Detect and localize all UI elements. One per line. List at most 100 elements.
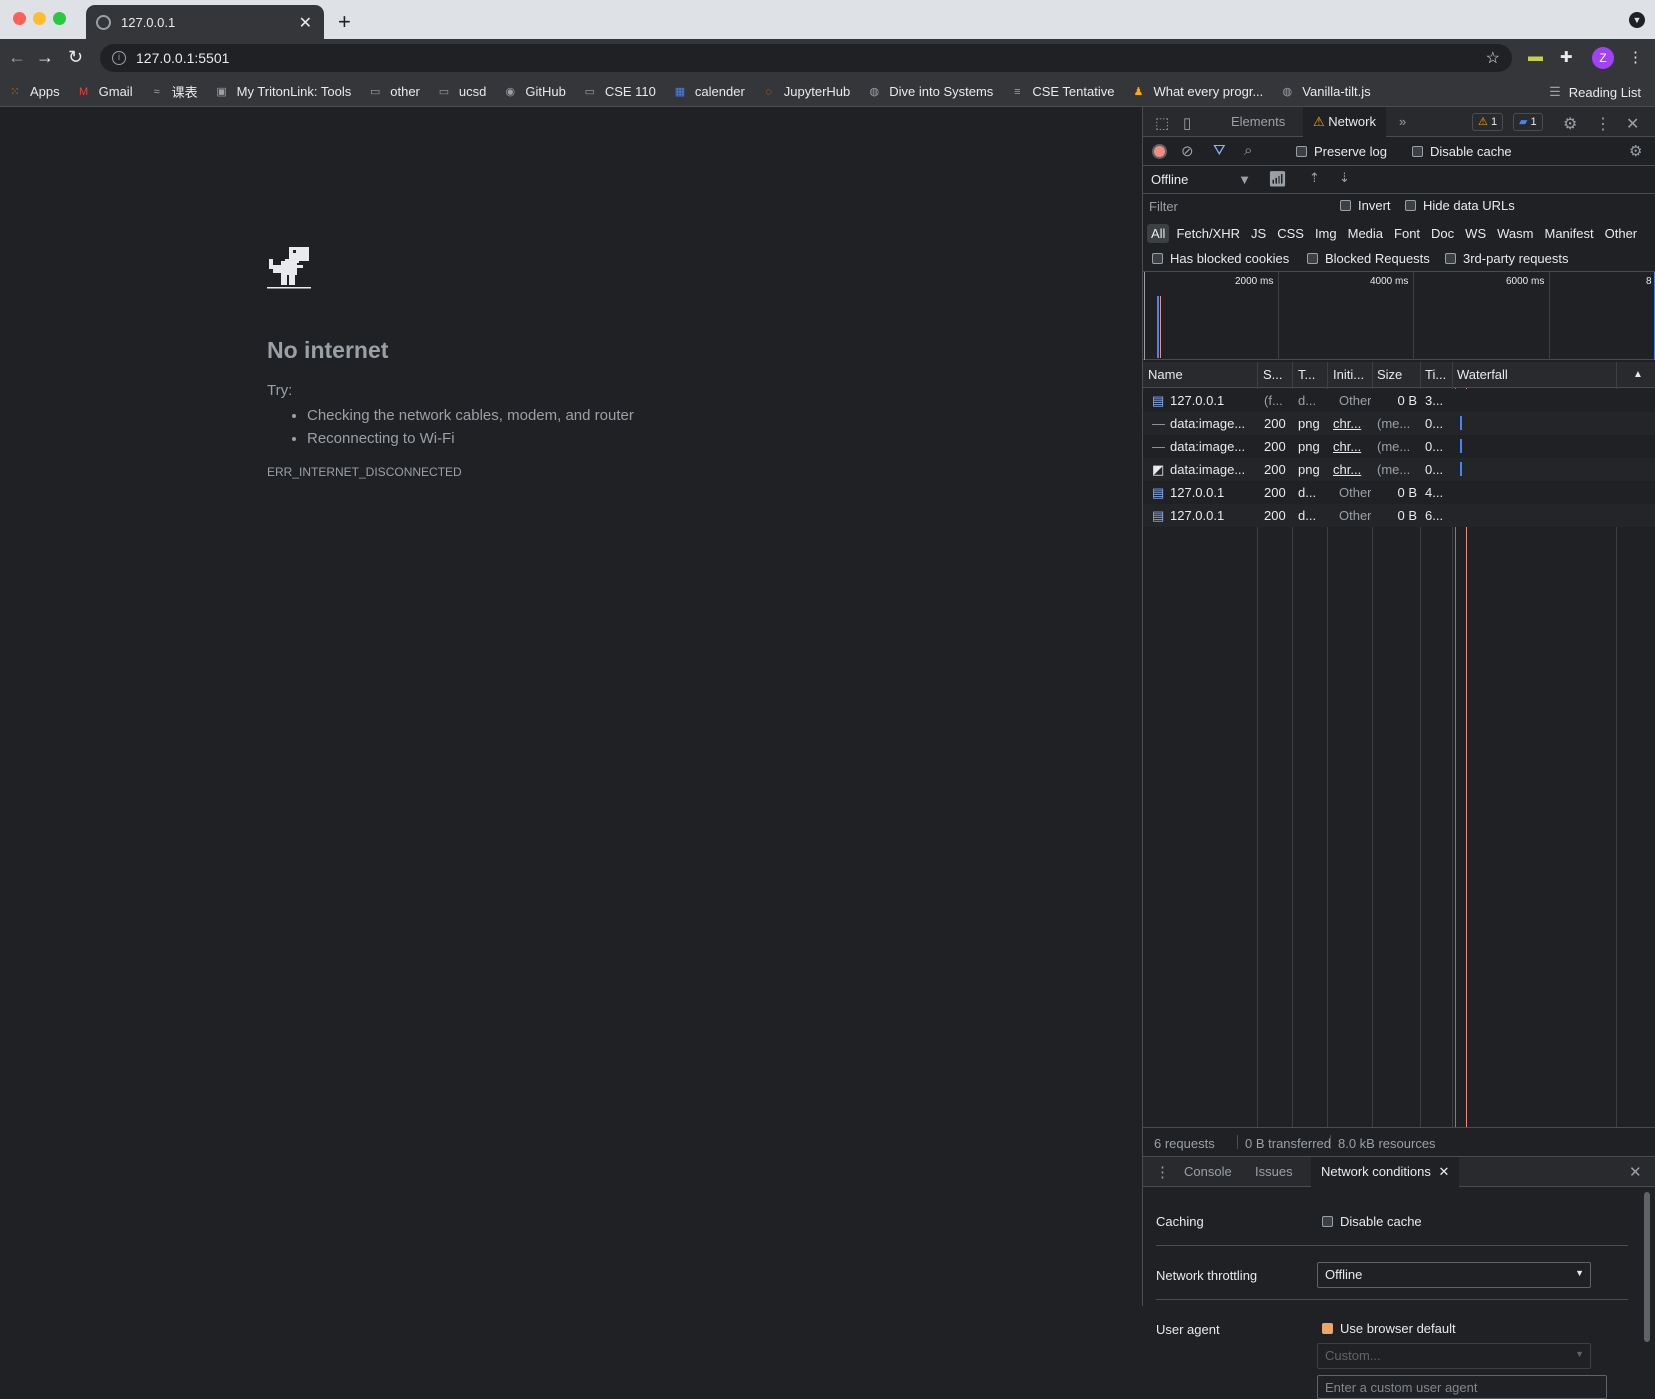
filter-fetch-xhr[interactable]: Fetch/XHR [1172, 224, 1244, 243]
bookmark-gmail[interactable]: M Gmail [77, 84, 133, 99]
gear-icon[interactable]: ⚙ [1563, 114, 1577, 134]
filter-icon[interactable]: ⛛ [1213, 142, 1226, 159]
tab-network[interactable]: ⚠ Network [1303, 107, 1386, 137]
filter-doc[interactable]: Doc [1427, 224, 1458, 243]
preserve-log-checkbox[interactable]: Preserve log [1296, 144, 1387, 159]
bookmark-dive-into-systems[interactable]: ◍ Dive into Systems [867, 84, 993, 99]
table-row[interactable]: ◩ data:image... 200 png chr... (me... 0.… [1143, 458, 1655, 481]
table-row[interactable]: ▤ 127.0.0.1 (f... d... Other 0 B 3... [1143, 389, 1655, 412]
blocked-requests-checkbox[interactable]: Blocked Requests [1307, 251, 1430, 266]
column-waterfall[interactable]: Waterfall [1457, 367, 1557, 382]
new-tab-button[interactable]: + [338, 9, 351, 35]
disable-cache-checkbox[interactable]: Disable cache [1412, 144, 1512, 159]
bookmark-folder-other[interactable]: ▭ other [368, 84, 420, 99]
network-throttling-select[interactable]: Offline ▼ [1317, 1262, 1591, 1288]
filter-input[interactable]: Filter [1149, 199, 1319, 214]
warnings-badge[interactable]: ⚠ 1 [1472, 113, 1504, 131]
nc-disable-cache-checkbox[interactable]: Disable cache [1322, 1214, 1422, 1229]
bookmark-apps[interactable]: ⁙ Apps [8, 84, 59, 99]
tab-console[interactable]: Console [1184, 1164, 1232, 1179]
filter-wasm[interactable]: Wasm [1493, 224, 1537, 243]
filter-all[interactable]: All [1147, 223, 1170, 243]
custom-user-agent-input[interactable]: Enter a custom user agent [1317, 1375, 1607, 1399]
bookmark-schedule[interactable]: ≈ 课表 [150, 82, 198, 101]
tab-issues[interactable]: Issues [1255, 1164, 1293, 1179]
column-status[interactable]: S... [1263, 367, 1291, 382]
bookmark-folder-cse110[interactable]: ▭ CSE 110 [583, 84, 656, 99]
third-party-requests-checkbox[interactable]: 3rd-party requests [1445, 251, 1569, 266]
filter-ws[interactable]: WS [1461, 224, 1490, 243]
table-row[interactable]: ▤ 127.0.0.1 200 d... Other 0 B 4... [1143, 481, 1655, 504]
column-size[interactable]: Size [1377, 367, 1417, 382]
clear-icon[interactable]: ⊘ [1181, 142, 1194, 160]
drawer-menu-icon[interactable]: ⋮ [1155, 1163, 1170, 1181]
address-bar[interactable]: i 127.0.0.1:5501 ☆ [100, 44, 1512, 72]
folder-icon: ▭ [370, 85, 381, 98]
bookmark-folder-ucsd[interactable]: ▭ ucsd [437, 84, 487, 99]
filter-img[interactable]: Img [1311, 224, 1341, 243]
use-browser-default-checkbox[interactable]: Use browser default [1322, 1321, 1456, 1336]
import-har-icon[interactable]: ⇡ [1309, 170, 1320, 186]
wifi-settings-icon[interactable]: 📶︎ [1268, 170, 1287, 188]
timeline-overview[interactable]: 2000 ms 4000 ms 6000 ms 8 [1143, 272, 1655, 360]
close-devtools-icon[interactable]: ✕ [1626, 114, 1639, 134]
close-drawer-icon[interactable]: ✕ [1629, 1163, 1642, 1181]
kebab-menu-icon[interactable]: ⋮ [1595, 114, 1611, 134]
has-blocked-cookies-checkbox[interactable]: Has blocked cookies [1152, 251, 1289, 266]
bookmark-jupyterhub[interactable]: ◌ JupyterHub [762, 84, 851, 99]
tab-search-icon[interactable]: ▼ [1629, 12, 1645, 28]
tab-network-conditions[interactable]: Network conditions ✕ [1311, 1157, 1460, 1187]
dinosaur-icon[interactable] [267, 245, 311, 293]
bookmark-tritonlink[interactable]: ▣ My TritonLink: Tools [215, 84, 351, 99]
reading-list-button[interactable]: ☰ Reading List [1549, 84, 1641, 100]
bookmark-what-every-programmer[interactable]: ♟ What every progr... [1131, 84, 1264, 99]
kebab-menu-icon[interactable]: ⋮ [1628, 48, 1643, 66]
drawer-scrollbar[interactable] [1644, 1192, 1650, 1342]
puzzle-extensions-icon[interactable]: ✚ [1560, 48, 1573, 66]
invert-checkbox[interactable]: Invert [1340, 198, 1391, 213]
table-row[interactable]: — data:image... 200 png chr... (me... 0.… [1143, 435, 1655, 458]
close-tab-icon[interactable]: ✕ [299, 13, 312, 33]
maximize-window-button[interactable] [53, 12, 66, 25]
messages-badge[interactable]: ▰ 1 [1513, 113, 1543, 131]
column-time[interactable]: Ti... [1425, 367, 1453, 382]
filter-manifest[interactable]: Manifest [1540, 224, 1597, 243]
close-window-button[interactable] [13, 12, 26, 25]
profile-avatar[interactable]: Z [1592, 47, 1614, 69]
bookmark-calendar[interactable]: ▦ calender [673, 84, 745, 99]
filter-font[interactable]: Font [1390, 224, 1424, 243]
bookmark-cse-tentative[interactable]: ≡ CSE Tentative [1010, 84, 1114, 99]
filter-other[interactable]: Other [1601, 224, 1642, 243]
filter-css[interactable]: CSS [1273, 224, 1308, 243]
table-row[interactable]: — data:image... 200 png chr... (me... 0.… [1143, 412, 1655, 435]
network-settings-gear-icon[interactable]: ⚙ [1629, 142, 1642, 160]
back-icon[interactable]: ← [8, 47, 26, 68]
hide-data-urls-checkbox[interactable]: Hide data URLs [1405, 198, 1515, 213]
table-row[interactable]: ▤ 127.0.0.1 200 d... Other 0 B 6... [1143, 504, 1655, 527]
record-icon[interactable] [1152, 144, 1167, 159]
column-name[interactable]: Name [1148, 367, 1248, 382]
bookmark-github[interactable]: ◉ GitHub [503, 84, 566, 99]
export-har-icon[interactable]: ⇣ [1339, 170, 1350, 186]
device-toolbar-icon[interactable]: ▯ [1183, 114, 1191, 132]
filter-media[interactable]: Media [1344, 224, 1387, 243]
tab-elements[interactable]: Elements [1231, 114, 1285, 129]
user-agent-custom-select[interactable]: Custom... ▼ [1317, 1343, 1591, 1369]
column-initiator[interactable]: Initi... [1333, 367, 1373, 382]
sort-ascending-icon[interactable]: ▲ [1633, 369, 1643, 380]
extension-icon[interactable]: ▬ [1528, 48, 1543, 65]
close-tab-icon[interactable]: ✕ [1438, 1164, 1449, 1179]
filter-js[interactable]: JS [1247, 224, 1270, 243]
throttling-select[interactable]: Offline ▼ [1151, 172, 1251, 187]
search-icon[interactable]: ⌕ [1244, 142, 1252, 159]
browser-tab[interactable]: 127.0.0.1 ✕ [86, 5, 324, 39]
site-info-icon[interactable]: i [112, 51, 126, 65]
column-type[interactable]: T... [1298, 367, 1326, 382]
minimize-window-button[interactable] [33, 12, 46, 25]
more-tabs-icon[interactable]: » [1399, 114, 1406, 129]
bookmark-star-icon[interactable]: ☆ [1486, 48, 1500, 68]
forward-icon[interactable]: → [36, 47, 54, 68]
inspect-element-icon[interactable]: ⬚ [1155, 114, 1169, 132]
reload-icon[interactable]: ↻ [68, 47, 83, 68]
bookmark-vanilla-tilt[interactable]: ◍ Vanilla-tilt.js [1280, 84, 1370, 99]
